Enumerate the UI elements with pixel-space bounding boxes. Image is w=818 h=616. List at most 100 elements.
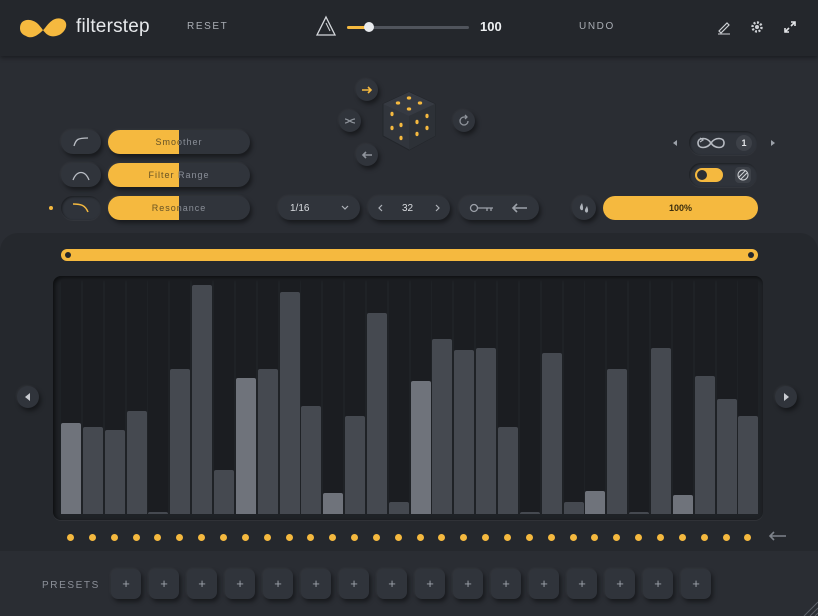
preset-slot-button[interactable]: + [225,569,255,599]
step-column[interactable] [476,280,497,514]
step-gate-dot[interactable] [547,534,555,541]
step-column[interactable] [301,280,322,514]
pencil-icon[interactable] [716,19,732,35]
step-bar[interactable] [650,347,671,514]
step-grid[interactable] [53,276,763,520]
step-gate-dot[interactable] [372,534,380,541]
shuffle-button[interactable] [339,110,361,132]
filter-range-slider[interactable]: Filter Range Filter Range [108,163,250,187]
loop-next-arrow-icon[interactable] [768,138,778,148]
step-gate-dot[interactable] [394,534,402,541]
step-column[interactable] [192,280,213,514]
chevron-left-icon[interactable] [376,203,386,213]
step-gate-dot[interactable] [132,534,140,541]
preset-slot-button[interactable]: + [111,569,141,599]
preset-slot-button[interactable]: + [681,569,711,599]
step-gate-dot[interactable] [700,534,708,541]
step-bar[interactable] [388,502,409,514]
step-column[interactable] [454,280,475,514]
step-bar[interactable] [192,284,213,514]
key-link-button[interactable] [459,196,539,220]
step-column[interactable] [607,280,628,514]
step-bar[interactable] [498,427,518,514]
step-column[interactable] [541,280,562,514]
step-gate-dot[interactable] [88,534,96,541]
step-gate-dot[interactable] [351,534,359,541]
step-gate-dot[interactable] [525,534,533,541]
step-gate-dot[interactable] [569,534,577,541]
step-bar[interactable] [235,378,256,514]
step-bar[interactable] [279,291,300,514]
step-bar[interactable] [345,415,366,514]
step-bar[interactable] [148,511,169,514]
rate-dropdown[interactable]: 1/16 [278,196,360,220]
preset-slot-button[interactable]: + [605,569,635,599]
step-gate-dot[interactable] [110,534,118,541]
step-bar[interactable] [126,411,147,514]
step-column[interactable] [738,280,759,514]
step-column[interactable] [716,280,737,514]
preset-slot-button[interactable]: + [263,569,293,599]
step-bar[interactable] [694,375,715,514]
preset-slot-button[interactable]: + [149,569,179,599]
step-gate-dot[interactable] [678,534,686,541]
step-column[interactable] [650,280,671,514]
step-gate-dot[interactable] [263,534,271,541]
pattern-button[interactable] [735,167,751,183]
step-column[interactable] [366,280,387,514]
reset-random-button[interactable] [453,110,475,132]
step-column[interactable] [388,280,409,514]
reset-button[interactable]: RESET [187,21,228,32]
step-column[interactable] [519,280,540,514]
loop-control[interactable]: 1 [689,131,757,155]
step-column[interactable] [498,280,518,514]
step-bar[interactable] [170,368,191,514]
step-gate-dot[interactable] [219,534,227,541]
step-gate-dot[interactable] [241,534,249,541]
step-bar[interactable] [410,380,431,514]
resonance-slider[interactable]: Resonance Resonance [108,196,250,220]
step-column[interactable] [213,280,234,514]
gear-icon[interactable] [749,19,765,35]
step-range-bar[interactable] [61,249,758,261]
step-column[interactable] [323,280,344,514]
step-column[interactable] [563,280,584,514]
gain-slider-handle[interactable] [363,22,374,32]
preset-slot-button[interactable]: + [415,569,445,599]
step-bar[interactable] [672,495,693,514]
step-column[interactable] [170,280,191,514]
step-column[interactable] [585,280,606,514]
chevron-right-icon[interactable] [432,203,442,213]
step-bar[interactable] [563,502,584,514]
preset-slot-button[interactable]: + [643,569,673,599]
preset-slot-button[interactable]: + [567,569,597,599]
step-bar[interactable] [61,422,81,514]
undo-button[interactable]: UNDO [579,21,615,32]
step-bar[interactable] [519,511,540,514]
preset-slot-button[interactable]: + [529,569,559,599]
mix-drop-button[interactable] [572,196,596,220]
step-column[interactable] [410,280,431,514]
step-bar[interactable] [585,490,606,514]
loop-prev-arrow-icon[interactable] [670,138,680,148]
range-end-handle[interactable] [748,252,754,258]
step-bar[interactable] [629,511,650,514]
step-bar[interactable] [476,347,497,514]
shift-right-button[interactable] [356,79,378,101]
shape-highpass-button[interactable] [61,196,101,220]
resize-icon[interactable] [782,19,798,35]
mix-slider[interactable]: 100% [603,196,758,220]
step-column[interactable] [279,280,300,514]
step-column[interactable] [694,280,715,514]
step-gate-dot[interactable] [722,534,730,541]
step-column[interactable] [432,280,453,514]
step-column[interactable] [672,280,693,514]
step-column[interactable] [629,280,650,514]
step-bar[interactable] [323,492,344,514]
step-bar[interactable] [541,352,562,514]
step-bar[interactable] [257,368,278,514]
range-start-handle[interactable] [65,252,71,258]
step-gate-dot[interactable] [67,534,74,541]
step-bar[interactable] [301,406,322,514]
preset-slot-button[interactable]: + [187,569,217,599]
